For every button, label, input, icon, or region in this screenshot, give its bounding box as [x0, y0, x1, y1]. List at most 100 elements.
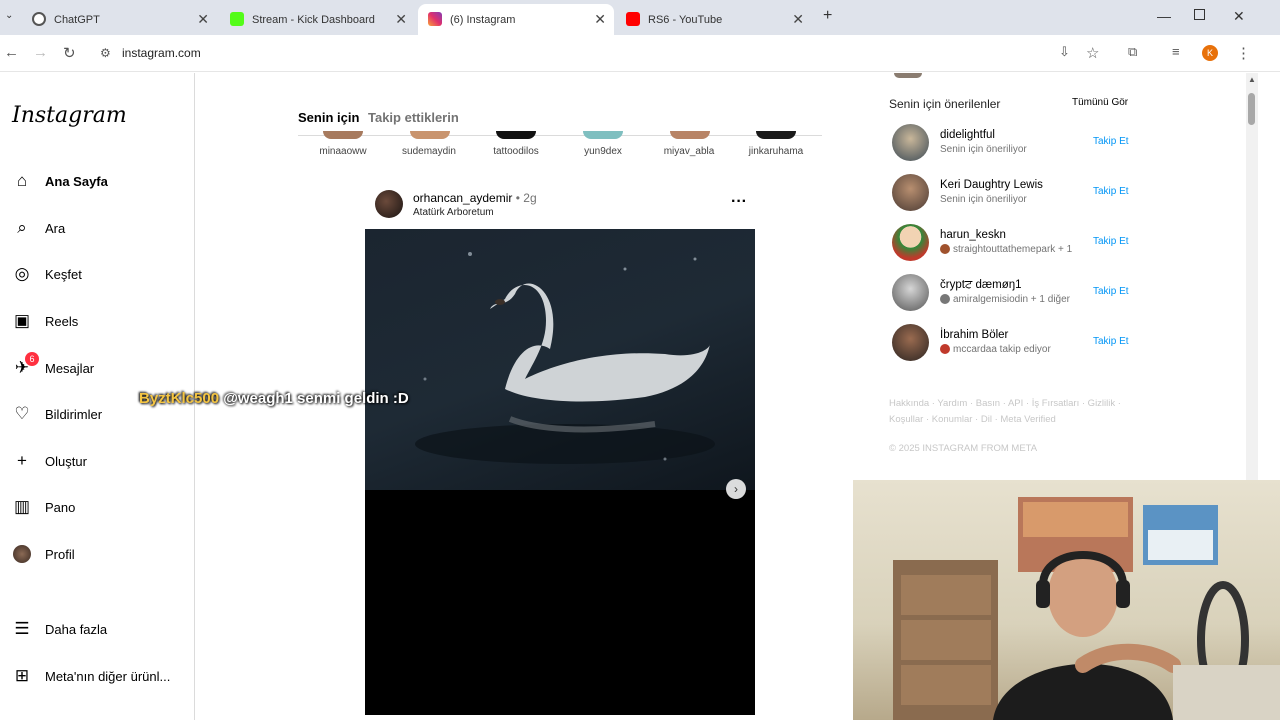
webcam-overlay	[853, 480, 1280, 720]
back-icon[interactable]: ←	[4, 44, 19, 61]
suggestion-avatar[interactable]	[892, 324, 929, 361]
story-avatar[interactable]	[670, 131, 710, 139]
nav-home[interactable]: ⌂ Ana Sayfa	[12, 169, 108, 193]
suggestion-name[interactable]: didelightful	[940, 129, 995, 141]
story-username[interactable]: jinkaruhama	[736, 146, 816, 157]
nav-search[interactable]: ⌕ Ara	[12, 216, 65, 240]
suggestion-name[interactable]: čryptਟ dæmøŋ1	[940, 279, 1022, 292]
nav-reels[interactable]: ▣ Reels	[12, 309, 78, 333]
nav-explore[interactable]: ◎ Keşfet	[12, 262, 82, 286]
story-username[interactable]: tattoodilos	[476, 146, 556, 157]
suggestion-reason: straightouttathemepark + 1	[940, 244, 1072, 255]
own-profile-avatar[interactable]	[894, 73, 922, 78]
tab-title: ChatGPT	[54, 13, 100, 26]
browser-toolbar: ← → ↻ ⚙ instagram.com ⇩ ☆ ⧉ ≡ K ⋮	[0, 35, 1280, 72]
tab-for-you[interactable]: Senin için	[298, 110, 359, 125]
close-tab-icon[interactable]: ✕	[197, 11, 209, 28]
suggestion-reason-text: straightouttathemepark + 1	[953, 244, 1073, 255]
post-username[interactable]: orhancan_aydemir	[413, 191, 512, 205]
suggestion-item: İbrahim Böler mccardaa takip ediyor Taki…	[892, 324, 1132, 362]
scroll-thumb[interactable]	[1248, 93, 1255, 125]
close-window-icon[interactable]: ✕	[1233, 8, 1245, 25]
swan-illustration	[415, 252, 715, 464]
site-settings-icon[interactable]: ⚙	[100, 46, 111, 60]
chat-text: @weagh1 senmi geldin :D	[223, 390, 409, 407]
nav-dashboard[interactable]: ▥ Pano	[12, 495, 75, 519]
see-all-link[interactable]: Tümünü Gör	[1072, 97, 1128, 108]
install-app-icon[interactable]: ⇩	[1059, 44, 1070, 60]
nav-notifications[interactable]: ♡ Bildirimler	[12, 402, 102, 426]
copyright: © 2025 INSTAGRAM FROM META	[889, 443, 1038, 454]
follow-button[interactable]: Takip Et	[1093, 236, 1129, 247]
follow-button[interactable]: Takip Et	[1093, 286, 1129, 297]
nav-more[interactable]: ☰ Daha fazla	[12, 617, 107, 641]
next-slide-icon[interactable]: ›	[726, 479, 746, 499]
nav-meta-products[interactable]: ⊞ Meta'nın diğer ürünl...	[12, 664, 170, 688]
follow-button[interactable]: Takip Et	[1093, 186, 1129, 197]
follow-button[interactable]: Takip Et	[1093, 136, 1129, 147]
suggestion-name[interactable]: Keri Daughtry Lewis	[940, 179, 1043, 191]
nav-label: Bildirimler	[45, 406, 103, 422]
page-scrollbar[interactable]: ▲	[1246, 73, 1258, 480]
forward-icon[interactable]: →	[33, 44, 48, 61]
nav-messages[interactable]: ✈ 6 Mesajlar	[12, 352, 94, 380]
suggestion-name[interactable]: harun_keskn	[940, 229, 1006, 241]
profile-avatar[interactable]: K	[1202, 45, 1218, 61]
nav-label: Profil	[45, 546, 75, 562]
tab-chatgpt[interactable]: ChatGPT ✕	[22, 4, 217, 35]
suggestion-avatar[interactable]	[892, 174, 929, 211]
suggestion-avatar[interactable]	[892, 124, 929, 161]
more-options-icon[interactable]: ···	[731, 193, 747, 211]
story-avatar[interactable]	[583, 131, 623, 139]
post-author: orhancan_aydemir • 2g	[413, 191, 537, 205]
story-avatar[interactable]	[323, 131, 363, 139]
browser-menu-icon[interactable]: ⋮	[1236, 44, 1251, 62]
suggestion-reason-text: amiralgemisiodin + 1 diğer	[953, 294, 1071, 305]
nav-profile[interactable]: Profil	[12, 542, 75, 566]
suggestions-title: Senin için önerilenler	[889, 97, 1001, 111]
post-location[interactable]: Atatürk Arboretum	[413, 207, 494, 218]
post-image[interactable]	[365, 229, 755, 490]
reload-icon[interactable]: ↻	[63, 44, 76, 62]
suggestion-avatar[interactable]	[892, 274, 929, 311]
suggestion-reason-text: mccardaa takip ediyor	[953, 344, 1051, 355]
address-bar[interactable]: ⚙ instagram.com	[92, 41, 1112, 67]
story-username[interactable]: sudemaydin	[389, 146, 469, 157]
story-avatar[interactable]	[410, 131, 450, 139]
close-tab-icon[interactable]: ✕	[594, 11, 606, 28]
footer-links[interactable]: Hakkında · Yardım · Basın · API · İş Fır…	[889, 396, 1149, 428]
heart-icon: ♡	[14, 404, 30, 423]
tab-instagram[interactable]: (6) Instagram ✕	[418, 4, 614, 35]
story-avatar[interactable]	[496, 131, 536, 139]
bookmark-star-icon[interactable]: ☆	[1086, 44, 1099, 62]
maximize-icon[interactable]	[1194, 9, 1205, 20]
close-tab-icon[interactable]: ✕	[395, 11, 407, 28]
media-controls-icon[interactable]: ≡	[1172, 44, 1180, 59]
chat-username: ByztKlc500	[139, 390, 220, 407]
scroll-up-icon[interactable]: ▲	[1248, 75, 1256, 84]
tab-title: Stream - Kick Dashboard	[252, 13, 375, 26]
story-avatar[interactable]	[756, 131, 796, 139]
nav-create[interactable]: + Oluştur	[12, 449, 87, 473]
url-text: instagram.com	[122, 46, 201, 60]
chatgpt-favicon-icon	[32, 12, 46, 26]
instagram-logo[interactable]: Instagram	[12, 103, 127, 128]
tab-following[interactable]: Takip ettiklerin	[368, 110, 459, 125]
suggestion-name[interactable]: İbrahim Böler	[940, 329, 1008, 341]
story-username[interactable]: miyav_abla	[649, 146, 729, 157]
story-username[interactable]: minaaoww	[303, 146, 383, 157]
suggestion-avatar[interactable]	[892, 224, 929, 261]
new-tab-button[interactable]: +	[823, 7, 832, 25]
post-author-avatar[interactable]	[375, 190, 403, 218]
tab-youtube[interactable]: RS6 - YouTube ✕	[616, 4, 812, 35]
story-username[interactable]: yun9dex	[563, 146, 643, 157]
mutual-avatar-icon	[940, 294, 950, 305]
tab-kick[interactable]: Stream - Kick Dashboard ✕	[220, 4, 415, 35]
nav-label: Ara	[45, 220, 66, 236]
suggestion-reason: Senin için öneriliyor	[940, 144, 1027, 155]
tab-list-chevron-icon[interactable]: ⌄	[5, 10, 13, 21]
minimize-icon[interactable]: —	[1157, 8, 1171, 24]
extensions-icon[interactable]: ⧉	[1128, 44, 1137, 60]
follow-button[interactable]: Takip Et	[1093, 336, 1129, 347]
close-tab-icon[interactable]: ✕	[792, 11, 804, 28]
